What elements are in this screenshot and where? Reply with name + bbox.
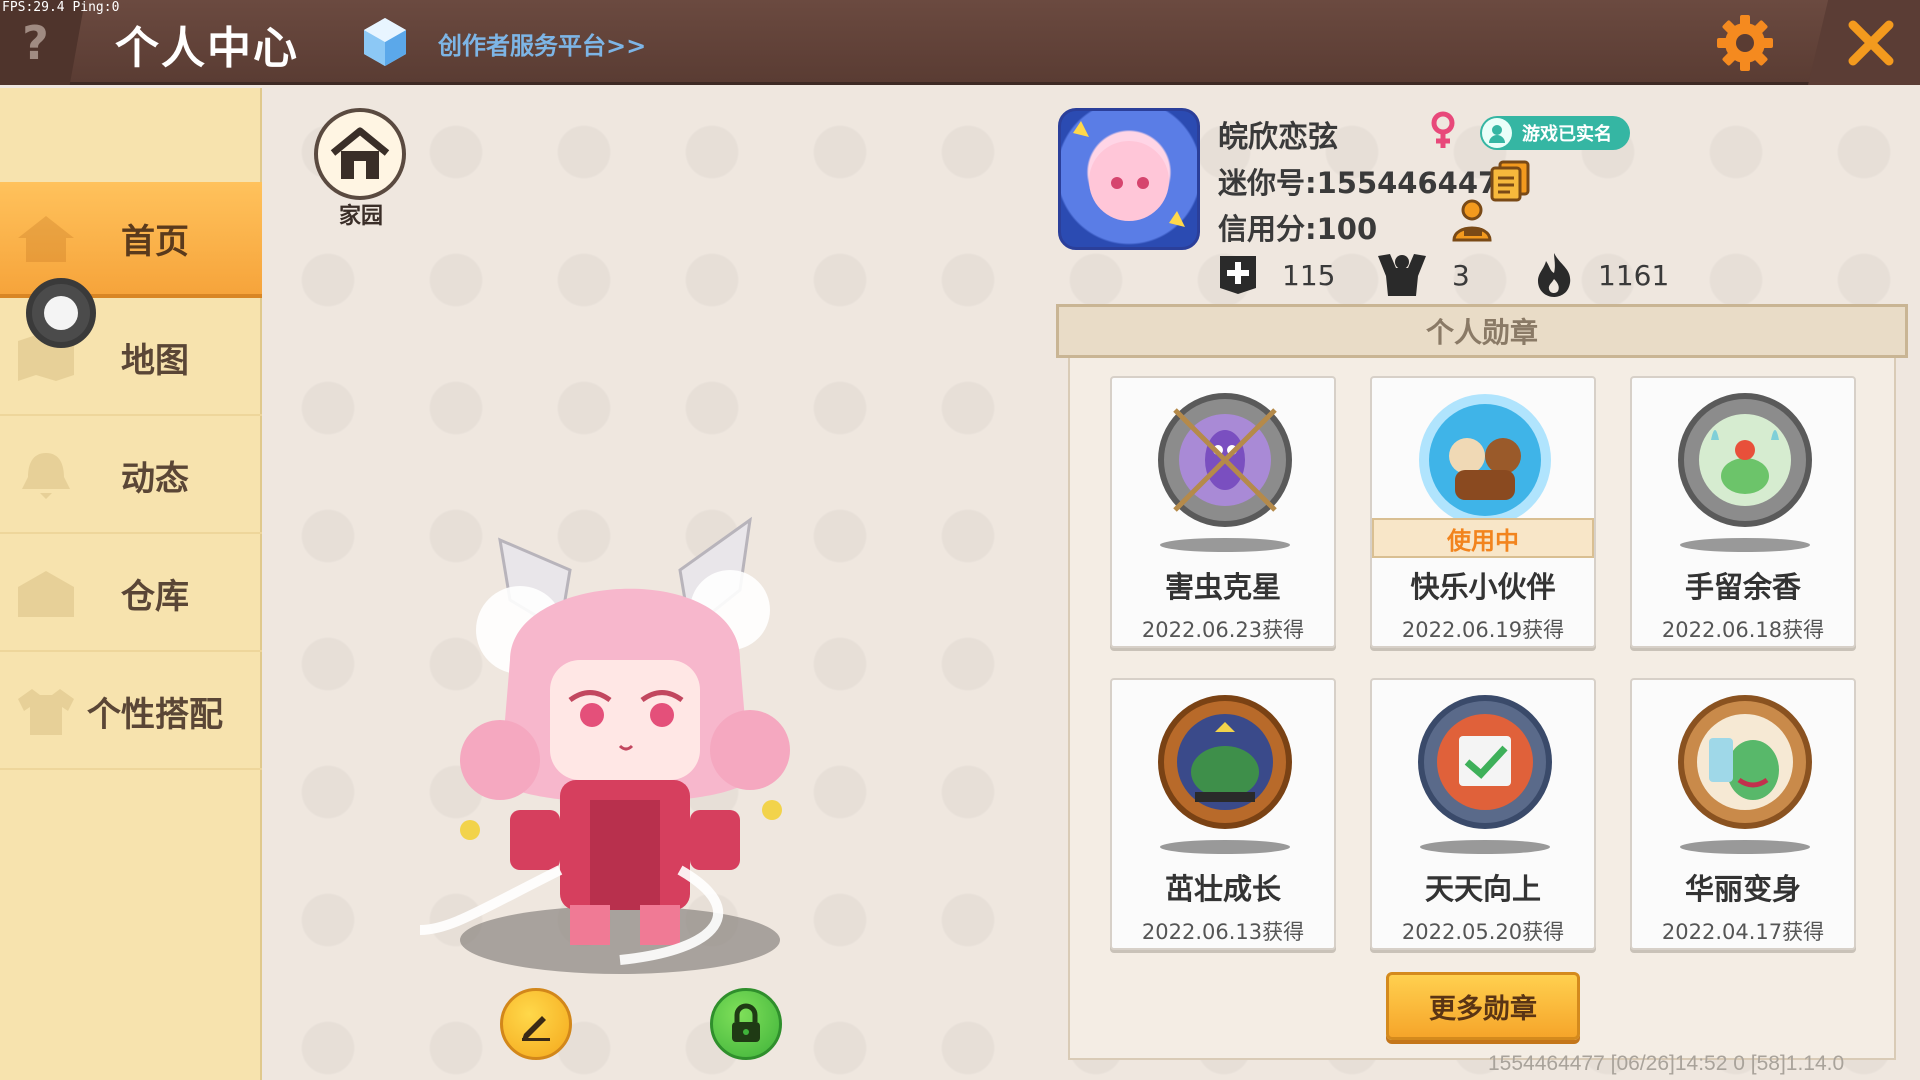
gorgeous-transform-badge-icon [1678,695,1812,829]
lock-character-button[interactable] [710,988,782,1060]
close-button[interactable] [1808,0,1920,85]
sidebar: 首页 地图 动态 仓库 个性搭配 [0,88,262,1080]
home-icon [18,216,74,262]
badge-card[interactable]: 天天向上 2022.05.20获得 [1370,678,1596,950]
daily-progress-badge-icon [1418,695,1552,829]
badge-card[interactable]: 害虫克星 2022.06.23获得 [1110,376,1336,648]
mini-id: 迷你号:1554464477 [1218,166,1519,200]
popularity-stat: 1161 [1534,250,1669,300]
close-icon [1848,20,1894,65]
username: 皖欣恋弦 [1218,120,1338,155]
realname-verified-badge: 游戏已实名 [1480,116,1630,150]
footer-version-info: 1554464477 [06/26]14:52 0 [58]1.14.0 [1488,1052,1845,1075]
bell-icon [22,453,70,499]
sidebar-item-feed[interactable]: 动态 [0,418,262,534]
floating-toggle-button[interactable] [26,278,96,348]
flame-icon [1538,253,1571,297]
fans-icon [1378,254,1426,296]
home-garden-label: 家园 [338,204,383,229]
badge-card[interactable]: 使用中 快乐小伙伴 2022.06.19获得 [1370,376,1596,648]
badge-card[interactable]: 手留余香 2022.06.18获得 [1630,376,1856,648]
gear-icon [1717,15,1773,71]
top-bar: ? FPS:29.4 Ping:0 个人中心 创作者服务平台>> [0,0,1920,85]
badge-shadow [1420,840,1550,854]
settings-button[interactable] [1712,10,1778,76]
sidebar-item-outfit[interactable]: 个性搭配 [0,654,262,770]
pest-buster-badge-icon [1158,393,1292,527]
creator-platform-link[interactable]: 创作者服务平台>> [438,26,646,61]
pencil-icon [522,1016,550,1041]
badge-shadow [1680,538,1810,552]
badge-shadow [1160,840,1290,854]
more-badges-button[interactable]: 更多勋章 [1386,972,1580,1040]
credit-user-icon[interactable] [1450,198,1494,242]
likes-stat: 115 [1218,250,1335,300]
fps-readout: FPS:29.4 Ping:0 [2,0,120,15]
badge-card[interactable]: 茁壮成长 2022.06.13获得 [1110,678,1336,950]
happy-partner-badge-icon [1419,394,1551,526]
female-icon [1431,111,1455,148]
player-character [420,516,790,974]
badge-shadow [1160,538,1290,552]
credit-score: 信用分:100 [1218,212,1378,246]
home-garden-button[interactable] [314,108,406,200]
avatar-portrait [1073,121,1185,227]
badge-card[interactable]: 华丽变身 2022.04.17获得 [1630,678,1856,950]
plus-box-icon [1220,256,1256,294]
warehouse-icon [18,571,74,617]
user-verified-icon [1482,118,1512,148]
in-use-label: 使用中 [1372,518,1594,558]
cube-icon[interactable] [362,16,408,68]
badges-header: 个人勋章 [1056,304,1908,358]
lingering-fragrance-badge-icon [1678,393,1812,527]
avatar[interactable] [1058,108,1200,250]
outfit-icon [18,689,74,735]
badge-shadow [1680,840,1810,854]
sidebar-item-home[interactable]: 首页 [0,182,262,298]
lock-icon [732,1003,760,1042]
page-title: 个人中心 [115,23,299,74]
edit-character-button[interactable] [500,988,572,1060]
thriving-growth-badge-icon [1158,695,1292,829]
sidebar-item-warehouse[interactable]: 仓库 [0,536,262,652]
house-icon [330,127,390,179]
fans-stat: 3 [1376,250,1470,300]
copy-icon[interactable] [1490,160,1530,202]
